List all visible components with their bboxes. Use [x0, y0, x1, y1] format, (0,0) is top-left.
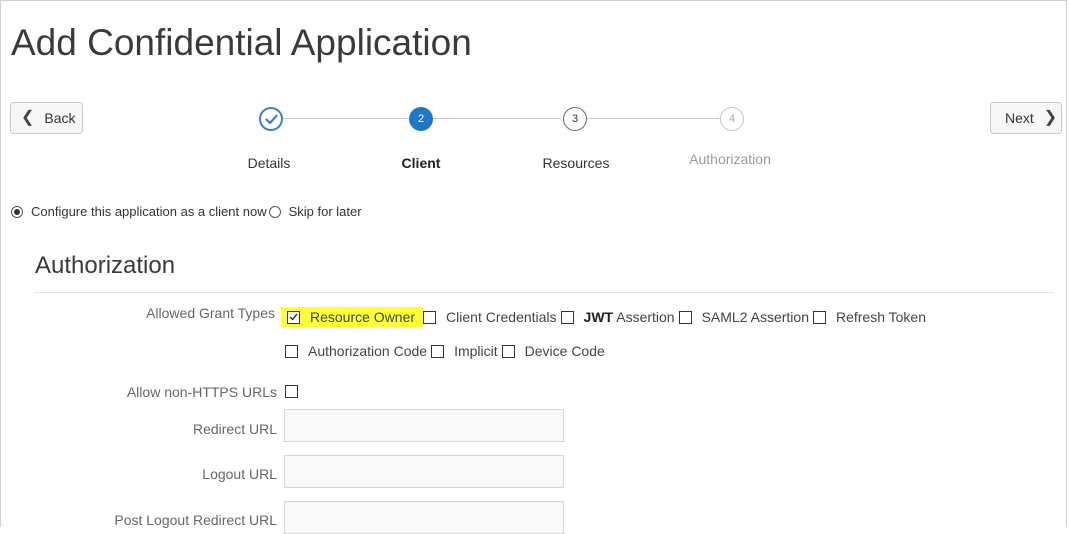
grant-refresh-token[interactable]: Refresh Token — [812, 309, 930, 325]
grant-jwt-label-bold: JWT — [583, 309, 614, 325]
grant-authorization-code-checkbox[interactable] — [285, 344, 298, 358]
step-connector — [587, 118, 719, 119]
back-button-label: Back — [44, 110, 76, 126]
grant-implicit-checkbox[interactable] — [431, 344, 445, 358]
step-3-resources[interactable]: 3 — [563, 107, 587, 131]
grant-jwt-assertion[interactable]: JWT Assertion — [560, 309, 679, 325]
step-label-details: Details — [247, 155, 291, 171]
post-logout-url-input[interactable] — [284, 501, 564, 534]
grant-saml2-assertion-checkbox[interactable] — [678, 310, 692, 324]
logout-url-input[interactable] — [284, 455, 564, 488]
grant-authorization-code-label: Authorization Code — [308, 343, 428, 359]
grant-resource-owner-label: Resource Owner — [310, 309, 416, 325]
logout-url-label: Logout URL — [202, 466, 277, 482]
step-connector — [433, 118, 561, 119]
grant-refresh-token-checkbox[interactable] — [812, 310, 826, 324]
next-button[interactable]: Next ❯ — [990, 102, 1062, 134]
grant-implicit[interactable]: Implicit — [431, 343, 502, 359]
redirect-url-label: Redirect URL — [192, 421, 277, 437]
radio-configure-now-label: Configure this application as a client n… — [31, 204, 267, 219]
back-button[interactable]: ❮ Back — [10, 102, 83, 134]
radio-configure-now[interactable] — [11, 205, 23, 218]
grant-device-code[interactable]: Device Code — [501, 343, 609, 359]
chevron-right-icon: ❯ — [1043, 109, 1058, 126]
grant-refresh-token-label: Refresh Token — [835, 309, 926, 325]
step-number: 3 — [571, 113, 579, 125]
non-https-checkbox[interactable] — [285, 385, 298, 398]
chevron-left-icon: ❮ — [21, 109, 35, 126]
step-4-authorization: 4 — [720, 107, 744, 131]
step-connector — [283, 118, 407, 119]
grant-saml2-assertion[interactable]: SAML2 Assertion — [678, 309, 813, 325]
checkmark-icon — [264, 114, 278, 124]
redirect-url-input[interactable] — [284, 409, 564, 442]
grant-client-credentials-checkbox[interactable] — [423, 310, 437, 324]
grant-saml2-assertion-label: SAML2 Assertion — [701, 309, 809, 325]
step-number: 4 — [728, 113, 736, 125]
grant-types-row-1: Resource Owner Client Credentials JWT As… — [281, 307, 930, 327]
client-mode-radio-group: Configure this application as a client n… — [11, 204, 362, 219]
grant-jwt-assertion-checkbox[interactable] — [560, 310, 574, 324]
next-button-label: Next — [1005, 110, 1034, 126]
checkmark-icon — [289, 313, 298, 321]
non-https-label: Allow non-HTTPS URLs — [126, 384, 277, 400]
section-divider — [34, 292, 1054, 293]
grant-client-credentials-label: Client Credentials — [446, 309, 557, 325]
grant-authorization-code[interactable]: Authorization Code — [285, 343, 431, 359]
grant-implicit-label: Implicit — [454, 343, 498, 359]
page-title: Add Confidential Application — [11, 22, 472, 63]
grant-types-row-2: Authorization Code Implicit Device Code — [285, 343, 609, 359]
step-label-client: Client — [401, 155, 441, 171]
grant-resource-owner-checkbox[interactable] — [287, 310, 300, 324]
radio-skip-for-later-label: Skip for later — [288, 204, 362, 219]
step-label-resources: Resources — [542, 155, 610, 171]
step-number: 2 — [417, 113, 425, 125]
grant-device-code-label: Device Code — [524, 343, 605, 359]
grant-types-label: Allowed Grant Types — [146, 305, 275, 321]
grant-jwt-label: Assertion — [613, 309, 675, 325]
section-title: Authorization — [35, 252, 176, 279]
radio-skip-for-later[interactable] — [268, 205, 281, 218]
grant-device-code-checkbox[interactable] — [501, 344, 515, 358]
post-logout-url-label: Post Logout Redirect URL — [114, 512, 277, 528]
step-label-authorization: Authorization — [689, 151, 771, 167]
grant-resource-owner[interactable]: Resource Owner — [281, 307, 424, 327]
step-1-details[interactable] — [259, 107, 283, 131]
grant-client-credentials[interactable]: Client Credentials — [423, 309, 561, 325]
step-2-client[interactable]: 2 — [409, 107, 433, 131]
